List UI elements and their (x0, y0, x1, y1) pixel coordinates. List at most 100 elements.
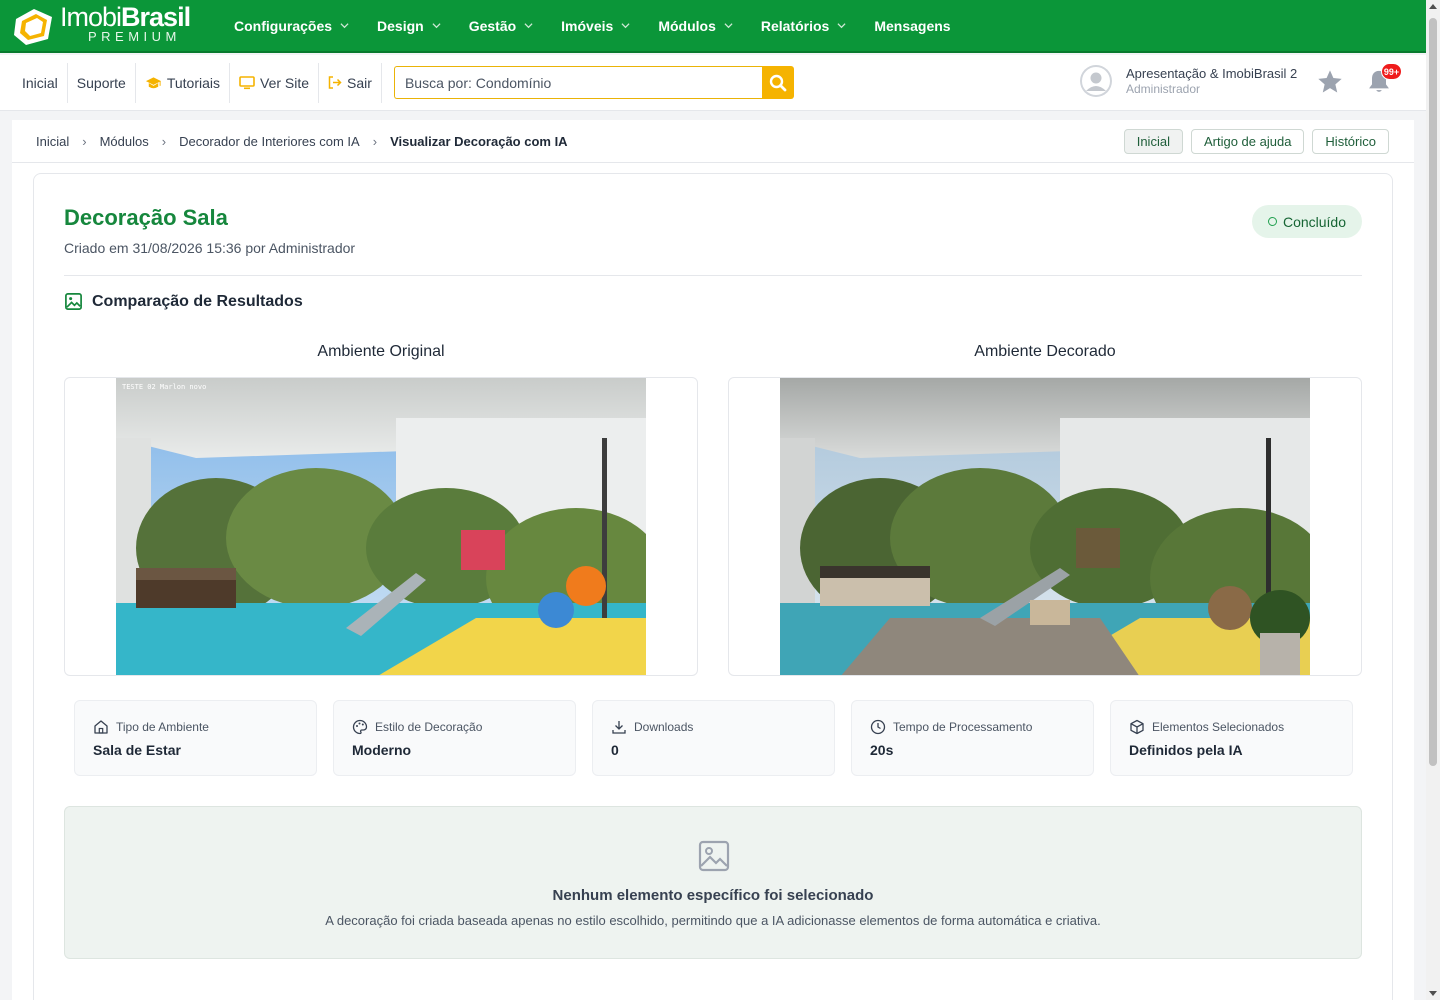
link-suporte[interactable]: Suporte (68, 62, 136, 103)
stat-value: Sala de Estar (93, 742, 181, 758)
menu-relatorios[interactable]: Relatórios (747, 18, 860, 34)
menu-label: Gestão (468, 17, 517, 34)
user-info: Apresentação & ImobiBrasil 2 Administrad… (1126, 66, 1297, 96)
brand-name-light: Imobi (60, 2, 122, 32)
favorites-button[interactable] (1316, 68, 1344, 101)
original-image (116, 378, 646, 675)
monitor-icon (239, 75, 255, 89)
brand-logo-mark-icon (14, 8, 52, 45)
star-icon (1318, 70, 1342, 93)
status-badge: Concluído (1251, 205, 1362, 238)
empty-state-title: Nenhum elemento específico foi seleciona… (552, 887, 874, 904)
user-name: Apresentação & ImobiBrasil 2 (1126, 66, 1298, 81)
page-scrollbar[interactable] (1426, 0, 1440, 1000)
link-inicial[interactable]: Inicial (0, 62, 68, 103)
breadcrumb-actions: Inicial Artigo de ajuda Histórico (1123, 129, 1389, 154)
chevron-down-icon (837, 23, 846, 29)
menu-design[interactable]: Design (363, 18, 455, 34)
cube-icon (1130, 719, 1144, 735)
link-label: Ver Site (260, 74, 310, 91)
menu-label: Relatórios (760, 17, 830, 34)
link-label: Suporte (76, 74, 126, 91)
user-menu[interactable]: Apresentação & ImobiBrasil 2 Administrad… (1080, 65, 1297, 97)
stat-label: Tipo de Ambiente (116, 720, 209, 734)
stat-value: Definidos pela IA (1129, 742, 1243, 758)
breadcrumb-item-modulos[interactable]: Módulos (100, 134, 149, 149)
breadcrumb-bar: Inicial › Módulos › Decorador de Interio… (12, 120, 1414, 163)
menu-gestao[interactable]: Gestão (455, 18, 547, 34)
status-label: Concluído (1282, 213, 1346, 230)
original-image-frame[interactable]: TESTE 02 Marlon novo (64, 377, 698, 676)
graduation-cap-icon (145, 76, 161, 88)
help-article-button[interactable]: Artigo de ajuda (1190, 129, 1305, 154)
stat-value: 20s (870, 742, 894, 758)
stat-card-estilo: Estilo de Decoração Moderno (333, 700, 576, 776)
menu-label: Mensagens (874, 17, 951, 34)
stat-label: Downloads (634, 720, 694, 734)
search-input[interactable] (393, 66, 762, 99)
image-placeholder-icon (698, 840, 730, 872)
original-image-caption: TESTE 02 Marlon novo (122, 383, 207, 391)
menu-modulos[interactable]: Módulos (644, 18, 747, 34)
search-button[interactable] (761, 66, 794, 99)
stat-card-elementos: Elementos Selecionados Definidos pela IA (1110, 700, 1353, 776)
link-ver-site[interactable]: Ver Site (230, 62, 320, 103)
breadcrumb: Inicial › Módulos › Decorador de Interio… (36, 134, 568, 149)
decorated-image-frame[interactable] (728, 377, 1362, 676)
chevron-down-icon (621, 23, 630, 29)
stat-label-row: Tempo de Processamento (870, 719, 1075, 735)
user-avatar-icon (1080, 65, 1112, 97)
chevron-down-icon (724, 23, 733, 29)
stat-label: Tempo de Processamento (893, 720, 1033, 734)
decorated-label: Ambiente Decorado (974, 343, 1116, 360)
clock-icon (870, 719, 886, 735)
chevron-right-icon: › (372, 133, 378, 149)
scroll-down-arrow-icon[interactable] (1429, 991, 1437, 996)
created-info: Criado em 31/08/2026 15:36 por Administr… (64, 240, 356, 256)
menu-configuracoes[interactable]: Configurações (220, 18, 363, 34)
chevron-down-icon (524, 23, 533, 29)
home-icon (94, 720, 108, 734)
search-icon (769, 74, 787, 91)
logout-icon (328, 76, 342, 89)
decoration-card: Decoração Sala Criado em 31/08/2026 15:3… (33, 173, 1393, 1000)
notification-badge: 99+ (1381, 63, 1402, 80)
link-sair[interactable]: Sair (319, 62, 382, 103)
original-label: Ambiente Original (317, 343, 445, 360)
menu-imoveis[interactable]: Imóveis (547, 18, 644, 34)
inicial-button[interactable]: Inicial (1123, 129, 1183, 154)
user-role: Administrador (1126, 81, 1201, 96)
brand-logo[interactable]: ImobiBrasil PREMIUM (12, 3, 208, 49)
comparison-section-title: Comparação de Resultados (64, 292, 303, 311)
section-title-text: Comparação de Resultados (92, 292, 303, 310)
status-dot-icon (1267, 217, 1277, 226)
stat-label-row: Downloads (611, 719, 816, 735)
divider (64, 275, 1362, 276)
stat-label: Estilo de Decoração (375, 720, 483, 734)
chevron-right-icon: › (82, 133, 87, 149)
menu-label: Configurações (234, 17, 333, 34)
stat-card-tipo-ambiente: Tipo de Ambiente Sala de Estar (74, 700, 317, 776)
top-navbar: ImobiBrasil PREMIUM Configurações Design… (0, 0, 1426, 53)
stat-label-row: Estilo de Decoração (352, 719, 557, 735)
image-icon (65, 293, 82, 310)
scrollbar-thumb[interactable] (1429, 18, 1437, 766)
scroll-up-arrow-icon[interactable] (1429, 4, 1437, 9)
stat-card-tempo: Tempo de Processamento 20s (851, 700, 1094, 776)
breadcrumb-item-decorador[interactable]: Decorador de Interiores com IA (179, 134, 360, 149)
brand-tier: PREMIUM (88, 29, 181, 44)
breadcrumb-item-current: Visualizar Decoração com IA (390, 133, 568, 149)
stat-value: Moderno (352, 742, 412, 758)
decorated-image (780, 378, 1310, 675)
brand-name-bold: Brasil (121, 2, 191, 32)
stat-label: Elementos Selecionados (1152, 720, 1285, 734)
avatar (1080, 65, 1112, 97)
stat-label-row: Tipo de Ambiente (93, 719, 298, 735)
menu-mensagens[interactable]: Mensagens (860, 18, 964, 34)
stat-card-downloads: Downloads 0 (592, 700, 835, 776)
history-button[interactable]: Histórico (1312, 129, 1389, 154)
breadcrumb-item-inicial[interactable]: Inicial (36, 134, 69, 149)
link-tutoriais[interactable]: Tutoriais (136, 62, 231, 103)
chevron-right-icon: › (161, 133, 167, 149)
secondary-toolbar: Inicial Suporte Tutoriais Ver Site Sair … (0, 55, 1426, 111)
